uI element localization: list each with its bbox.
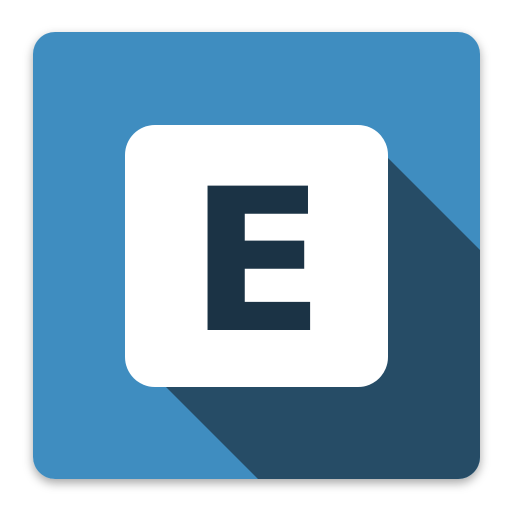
icon-letter: E (189, 146, 324, 377)
app-icon-graphic: E (33, 32, 480, 479)
app-icon[interactable]: E (33, 32, 480, 479)
